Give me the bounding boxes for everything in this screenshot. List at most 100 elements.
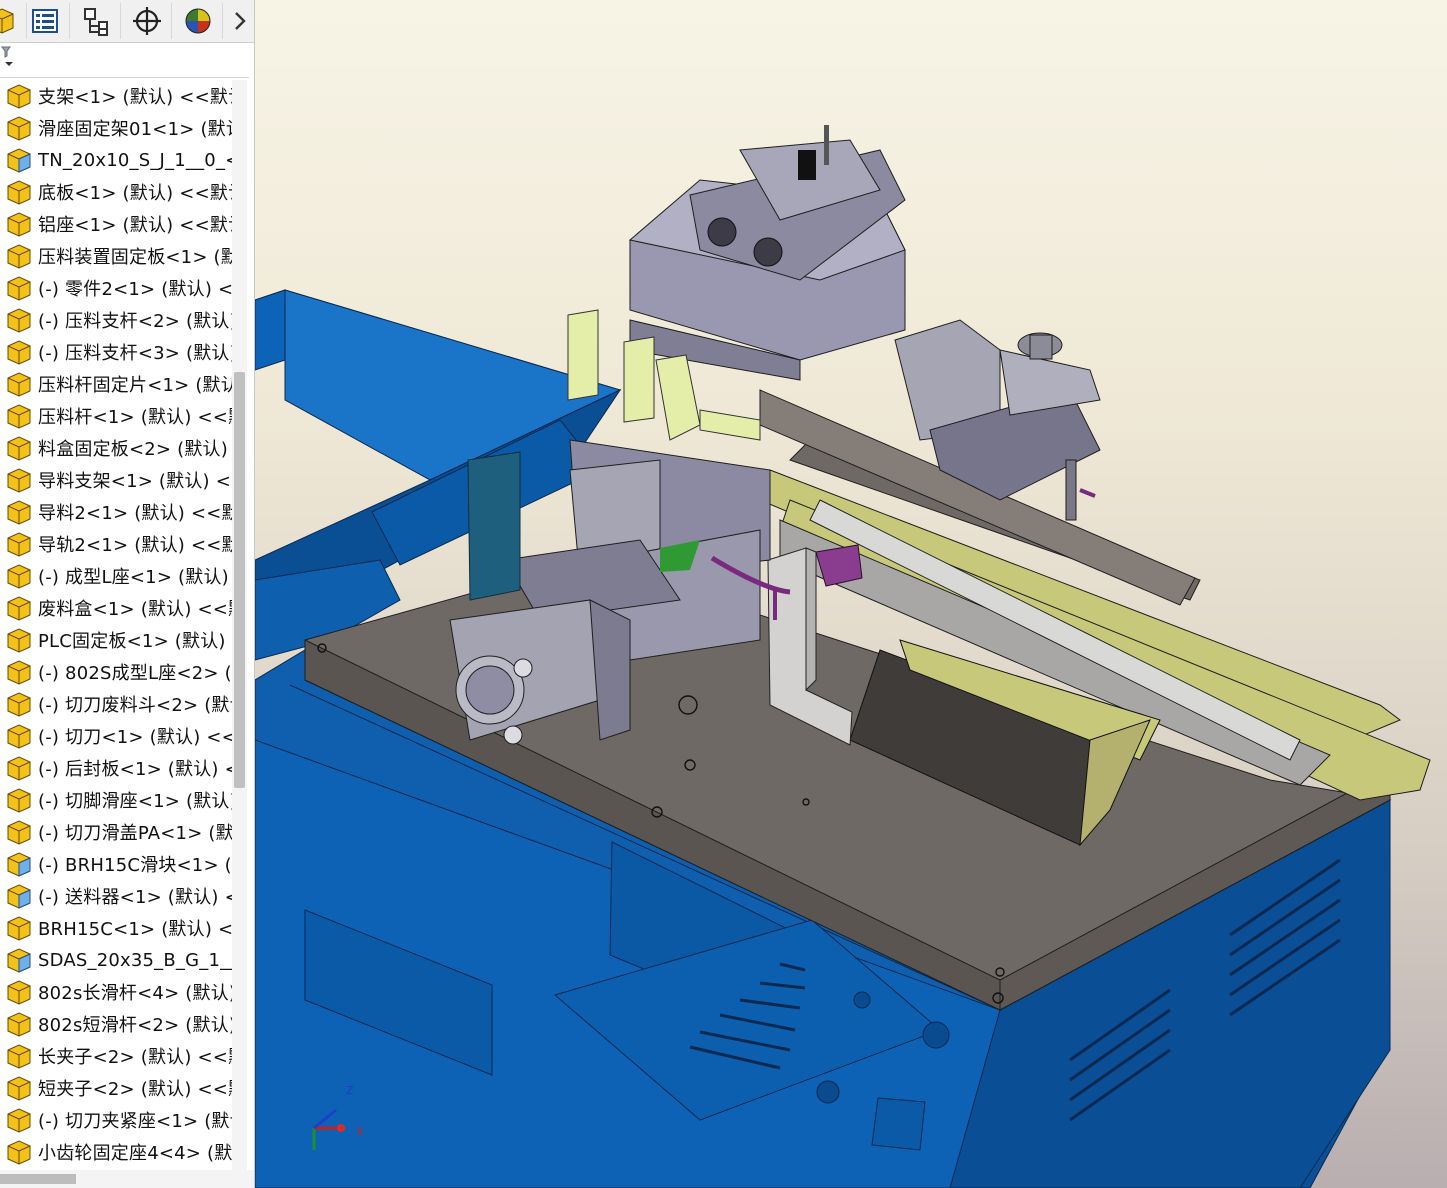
press-unit-part[interactable]	[628, 125, 906, 381]
part-icon	[0, 1074, 34, 1102]
tree-item[interactable]: (-) 压料支杆<2> (默认)	[0, 304, 232, 336]
tree-item[interactable]: (-) 切刀夹紧座<1> (默认	[0, 1104, 232, 1136]
tree-item[interactable]: (-) BRH15C滑块<1> (默	[0, 848, 232, 880]
tree-item[interactable]: (-) 成型L座<1> (默认) <	[0, 560, 232, 592]
part-icon	[0, 626, 34, 654]
graphics-area[interactable]: X Z	[255, 0, 1447, 1188]
tree-item-label: (-) 切刀夹紧座<1> (默认	[38, 1111, 232, 1132]
tree-item[interactable]: (-) 零件2<1> (默认) <<	[0, 272, 232, 304]
tree-item-label: 铝座<1> (默认) <<默认	[38, 215, 232, 236]
tree-item-label: (-) 压料支杆<2> (默认)	[38, 311, 232, 332]
part-icon	[0, 978, 34, 1006]
part-icon	[0, 722, 34, 750]
tree-item[interactable]: TN_20x10_S_J_1__0_<	[0, 144, 232, 176]
tree-item[interactable]: BRH15C<1> (默认) <<	[0, 912, 232, 944]
part-icon	[0, 914, 34, 942]
tree-item-label: PLC固定板<1> (默认) <	[38, 631, 232, 652]
part-icon	[0, 178, 34, 206]
side-mount-plate[interactable]	[467, 451, 521, 601]
tree-item[interactable]: (-) 压料支杆<3> (默认)	[0, 336, 232, 368]
chevron-right-icon[interactable]	[226, 3, 254, 39]
tree-vertical-scrollbar-thumb[interactable]	[234, 372, 245, 788]
property-manager-icon[interactable]	[21, 3, 70, 39]
tree-item[interactable]: 长夹子<2> (默认) <<默	[0, 1040, 232, 1072]
switch-hole	[922, 1021, 950, 1049]
power-switch	[871, 1097, 926, 1151]
tree-item[interactable]: (-) 送料器<1> (默认) <	[0, 880, 232, 912]
part-icon	[0, 466, 34, 494]
filter-icon[interactable]	[1, 46, 11, 58]
tree-item-label: 底板<1> (默认) <<默认	[38, 183, 232, 204]
part-icon	[0, 530, 34, 558]
tree-item[interactable]: 铝座<1> (默认) <<默认	[0, 208, 232, 240]
tree-filter-row[interactable]	[0, 43, 249, 78]
tree-item-label: 料盒固定板<2> (默认) <	[38, 439, 232, 460]
tree-item-label: 支架<1> (默认) <<默认	[38, 87, 232, 108]
part-icon	[0, 274, 34, 302]
tree-horizontal-scrollbar-thumb[interactable]	[0, 1174, 76, 1184]
tree-item[interactable]: (-) 切刀滑盖PA<1> (默	[0, 816, 232, 848]
tree-item-label: (-) 成型L座<1> (默认) <	[38, 567, 232, 588]
part-icon	[0, 754, 34, 782]
tree-item[interactable]: 小齿轮固定座4<4> (默认	[0, 1136, 232, 1168]
tree-item[interactable]: 废料盒<1> (默认) <<默	[0, 592, 232, 624]
indicator-hole	[853, 991, 871, 1009]
tree-item-label: 802s短滑杆<2> (默认)	[38, 1015, 232, 1036]
feature-tree: 支架<1> (默认) <<默认滑座固定架01<1> (默认 TN_20x10_S_…	[0, 80, 232, 1170]
part-icon	[0, 786, 34, 814]
part-icon	[0, 306, 34, 334]
part-icon	[0, 210, 34, 238]
tree-item-label: 压料杆固定片<1> (默认	[38, 375, 232, 396]
tree-item-label: (-) 零件2<1> (默认) <<	[38, 279, 232, 300]
dimxpert-icon[interactable]	[123, 3, 172, 39]
tree-item[interactable]: (-) 切刀废料斗<2> (默认	[0, 688, 232, 720]
tree-item[interactable]: (-) 后封板<1> (默认) <	[0, 752, 232, 784]
triad-z-label: Z	[346, 1084, 354, 1097]
tree-item-label: 短夹子<2> (默认) <<默	[38, 1079, 232, 1100]
tree-item[interactable]: 短夹子<2> (默认) <<默	[0, 1072, 232, 1104]
tree-item-label: 导料支架<1> (默认) <<	[38, 471, 232, 492]
tree-item[interactable]: 导轨2<1> (默认) <<默认	[0, 528, 232, 560]
tree-item[interactable]: 滑座固定架01<1> (默认	[0, 112, 232, 144]
tree-item[interactable]: 压料装置固定板<1> (默	[0, 240, 232, 272]
triad-x-label: X	[356, 1125, 364, 1138]
button-hole	[816, 1080, 840, 1104]
assembly-model[interactable]: X Z	[255, 0, 1447, 1188]
part-icon	[0, 1138, 34, 1166]
tree-item[interactable]: (-) 切刀<1> (默认) <<默	[0, 720, 232, 752]
part-icon	[0, 690, 34, 718]
tree-item[interactable]: 802s短滑杆<2> (默认)	[0, 1008, 232, 1040]
sensor-rod	[824, 125, 829, 165]
tree-item-label: SDAS_20x35_B_G_1__(	[38, 949, 232, 971]
tree-item-label: (-) 切脚滑座<1> (默认)	[38, 791, 232, 812]
tree-item[interactable]: (-) 切脚滑座<1> (默认)	[0, 784, 232, 816]
part-icon	[0, 114, 34, 142]
tree-item[interactable]: 支架<1> (默认) <<默认	[0, 80, 232, 112]
tree-item-label: 压料装置固定板<1> (默	[38, 247, 232, 268]
tree-item[interactable]: (-) 802S成型L座<2> (默	[0, 656, 232, 688]
toolbox-part-icon	[0, 146, 34, 174]
tree-item-label: 导料2<1> (默认) <<默认	[38, 503, 232, 524]
tree-item-label: (-) 切刀<1> (默认) <<默	[38, 727, 232, 748]
tree-item-label: 压料杆<1> (默认) <<默	[38, 407, 232, 428]
toolbox-part-icon	[0, 850, 34, 878]
tree-item[interactable]: SDAS_20x35_B_G_1__(	[0, 944, 232, 976]
display-manager-icon[interactable]	[174, 3, 223, 39]
tree-item[interactable]: 802s长滑杆<4> (默认)	[0, 976, 232, 1008]
part-icon	[0, 498, 34, 526]
tree-item[interactable]: 导料支架<1> (默认) <<	[0, 464, 232, 496]
tree-item-label: 废料盒<1> (默认) <<默	[38, 599, 232, 620]
configuration-manager-icon[interactable]	[72, 3, 121, 39]
part-icon	[0, 434, 34, 462]
tree-item-label: 长夹子<2> (默认) <<默	[38, 1047, 232, 1068]
part-icon	[0, 1010, 34, 1038]
tree-item[interactable]: 底板<1> (默认) <<默认	[0, 176, 232, 208]
dropdown-arrow-icon[interactable]	[4, 61, 14, 67]
tree-item[interactable]: 导料2<1> (默认) <<默认	[0, 496, 232, 528]
tree-item[interactable]: 压料杆固定片<1> (默认	[0, 368, 232, 400]
part-icon	[0, 242, 34, 270]
part-icon	[0, 370, 34, 398]
tree-item[interactable]: 料盒固定板<2> (默认) <	[0, 432, 232, 464]
tree-item[interactable]: PLC固定板<1> (默认) <	[0, 624, 232, 656]
tree-item[interactable]: 压料杆<1> (默认) <<默	[0, 400, 232, 432]
